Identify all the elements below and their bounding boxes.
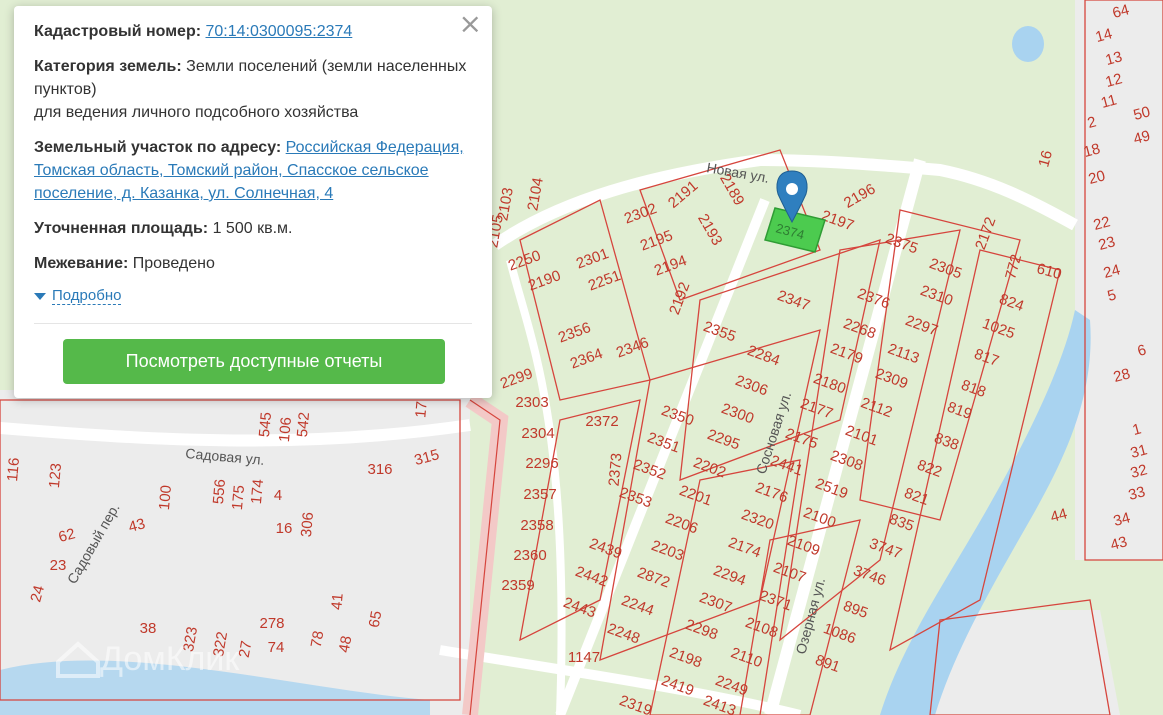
parcel-label: 542 xyxy=(294,411,313,437)
parcel-label: 38 xyxy=(140,620,157,637)
parcel-label: 123 xyxy=(46,462,65,488)
parcel-label: 2304 xyxy=(521,425,554,442)
parcel-label: 78 xyxy=(308,630,328,649)
details-toggle[interactable]: Подробно xyxy=(34,287,472,305)
parcel-label: 106 xyxy=(276,416,295,442)
parcel-label: 16 xyxy=(276,520,293,537)
parcel-label: 17 xyxy=(412,401,430,419)
cadastral-label: Кадастровый номер: xyxy=(34,23,202,40)
triangle-down-icon xyxy=(34,292,46,300)
area-value: 1 500 кв.м. xyxy=(212,220,293,237)
parcel-label: 2358 xyxy=(520,517,553,534)
address-label: Земельный участок по адресу: xyxy=(34,139,282,156)
parcel-label: 100 xyxy=(156,484,175,510)
parcel-label: 556 xyxy=(210,478,229,504)
address-row: Земельный участок по адресу: Российская … xyxy=(34,136,472,205)
parcel-label: 2373 xyxy=(606,452,626,487)
parcel-label: 2360 xyxy=(513,547,546,564)
survey-label: Межевание: xyxy=(34,255,129,272)
survey-value: Проведено xyxy=(132,255,215,272)
parcel-label: 116 xyxy=(4,457,23,482)
view-reports-button[interactable]: Посмотреть доступные отчеты xyxy=(63,339,445,384)
category-use: для ведения личного подсобного хозяйства xyxy=(34,104,359,121)
parcel-label: 65 xyxy=(366,610,386,629)
parcel-label: 545 xyxy=(256,411,275,437)
parcel-label: 1147 xyxy=(568,649,600,666)
divider xyxy=(34,323,472,324)
parcel-info-popup: × Кадастровый номер: 70:14:0300095:2374 … xyxy=(14,6,492,398)
parcel-label: 74 xyxy=(268,639,285,656)
category-row: Категория земель: Земли поселений (земли… xyxy=(34,55,472,124)
parcel-label: 278 xyxy=(259,615,284,632)
details-link[interactable]: Подробно xyxy=(52,287,122,305)
area-label: Уточненная площадь: xyxy=(34,220,209,237)
parcel-label: 2359 xyxy=(501,577,534,594)
survey-row: Межевание: Проведено xyxy=(34,252,472,275)
parcel-label: 23 xyxy=(50,557,67,574)
category-label: Категория земель: xyxy=(34,58,182,75)
parcel-label: 306 xyxy=(298,511,317,537)
watermark-text: ДомКлик xyxy=(100,640,240,678)
cadastral-row: Кадастровый номер: 70:14:0300095:2374 xyxy=(34,20,472,43)
cadastral-number-link[interactable]: 70:14:0300095:2374 xyxy=(206,23,353,40)
parcel-label: 2357 xyxy=(523,486,556,503)
parcel-label: 174 xyxy=(248,478,267,504)
parcel-label: 2303 xyxy=(515,394,548,411)
parcel-label: 48 xyxy=(336,635,356,654)
parcel-label: 2296 xyxy=(525,455,558,472)
close-icon[interactable]: × xyxy=(459,10,482,38)
parcel-label: 2372 xyxy=(585,413,618,430)
parcel-label: 175 xyxy=(229,484,248,510)
parcel-label: 41 xyxy=(328,593,346,611)
parcel-label: 316 xyxy=(367,461,392,478)
parcel-label: 4 xyxy=(274,487,282,504)
area-row: Уточненная площадь: 1 500 кв.м. xyxy=(34,217,472,240)
